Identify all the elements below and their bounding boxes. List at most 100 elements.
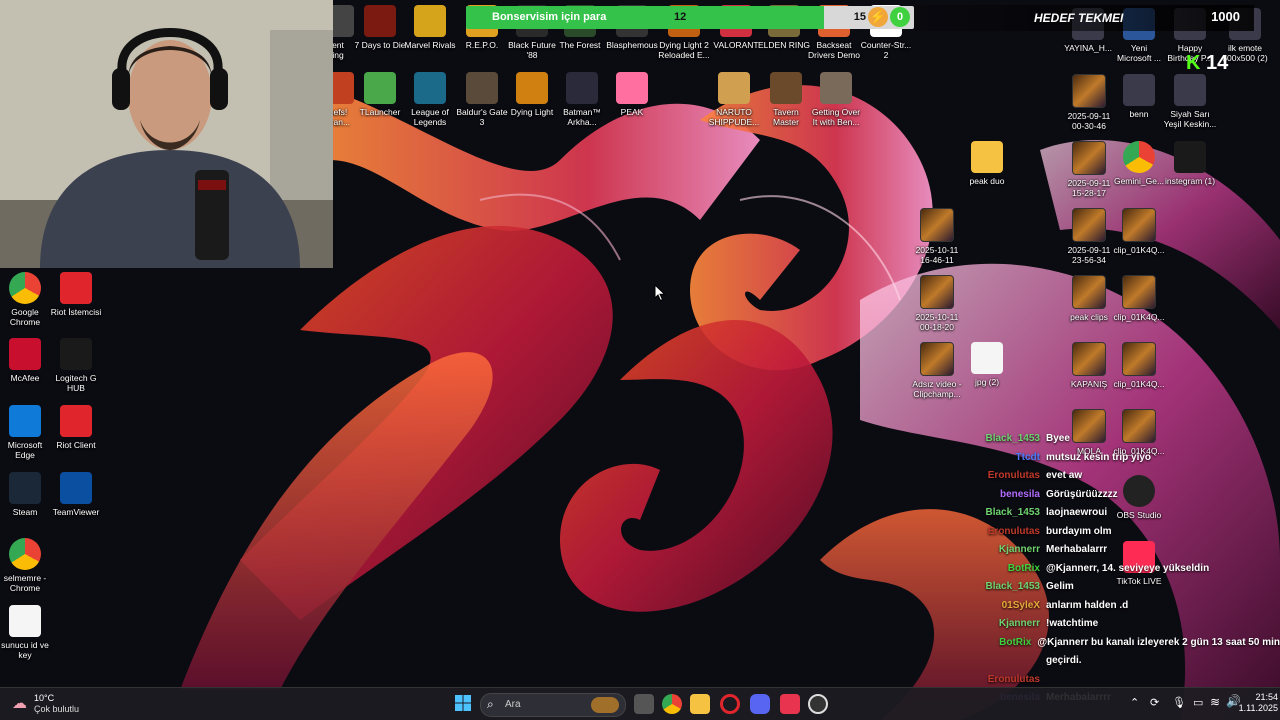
desktop-second-icon-6[interactable]: PEAK [600,72,664,117]
taskbar-clock[interactable]: 21:54 1.11.2025 [1230,692,1278,714]
chat-username: Eronulutas [987,525,1040,537]
chat-username: Eronulutas [987,470,1040,481]
desktop-left-app-icon [60,338,92,370]
task-view-icon[interactable] [634,694,654,714]
desktop-right-icon-label: clip_01K4Q... [1113,245,1165,255]
tray-network-icon[interactable]: ⟳ [1150,696,1159,709]
desktop-left-icon-label: sunucu id ve key [1,640,49,660]
desktop-second-app-icon [820,72,852,104]
weather-temp: 10°C [34,693,55,703]
desktop-left-app-icon [9,405,41,437]
desktop-right-icon-16[interactable]: clip_01K4Q... [1107,275,1171,322]
chat-text: evet aw [1046,470,1083,481]
goal-badge-count: 0 [890,7,910,27]
chat-username: Black_1453 [985,507,1041,518]
desktop-left-icon-3[interactable]: Logitech G HUB [44,338,108,393]
tray-mic-icon[interactable]: 🎙 [1172,696,1186,709]
chat-text: @Kjannerr, 14. seviyeye yükseldin [1046,562,1210,574]
chat-username: Black_1453 [985,581,1041,592]
valorant-icon[interactable] [780,694,800,714]
start-button[interactable] [454,694,472,712]
desktop-right-icon-14[interactable]: 2025-10-11 00-18-20 [905,275,969,332]
chat-text: burdayım olm [1046,525,1112,537]
chat-text: anlarım halden .d [1046,599,1129,611]
desktop-left-icon-7[interactable]: TeamViewer [44,472,108,517]
kick-count: 14 [1206,52,1229,74]
desktop-right-icon-6[interactable]: Siyah Sarı Yeşil Keskin... [1158,74,1222,129]
taskbar-time: 21:54 [1255,692,1278,702]
taskbar-search[interactable]: ⌕ Ara [480,693,626,717]
desktop-left-icon-8[interactable]: selmemre - Chrome [0,538,57,593]
desktop-left-icon-5[interactable]: Riot Client [44,405,108,450]
desktop-second-app-icon [718,72,750,104]
desktop-right-app-icon [1122,275,1156,309]
desktop-second-app-icon [364,72,396,104]
desktop-right-icon-18[interactable]: jpg (2) [955,342,1019,387]
desktop-left-app-icon [9,272,41,304]
desktop-right-icon-label: jpg (2) [974,377,1000,387]
desktop-second-icon-label: PEAK [620,107,644,117]
tray-display-icon[interactable]: ▭ [1193,696,1203,709]
desktop-left-icon-label: TeamViewer [52,507,100,517]
desktop-left-icon-1[interactable]: Riot İstemcisi [44,272,108,317]
desktop-second-icon-9[interactable]: Getting Over It with Ben... [804,72,868,127]
chat-message: geçirdi. [960,652,1280,671]
chat-message: Kjannerr !watchtime [960,615,1280,634]
desktop-left-icon-label: Riot Client [56,440,96,450]
desktop-right-icon-13[interactable]: clip_01K4Q... [1107,208,1171,255]
desktop-right-app-icon [971,342,1003,374]
chat-message: 01SyleX anlarım halden .d [960,597,1280,616]
stream-chat-overlay: Black_1453 Byee Ttcdt mutsuz kesin trip yiy… [960,430,1280,708]
desktop-left-app-icon [9,605,41,637]
desktop-second-icon-label: Getting Over It with Ben... [811,107,861,127]
file-explorer-icon[interactable] [690,694,710,714]
desktop-right-app-icon [1072,208,1106,242]
weather-widget[interactable]: ☁ 10°C Çok bulutlu [10,692,90,716]
desktop-right-icon-label: instegram (1) [1164,176,1216,186]
goal-value: 1000 [1211,9,1240,24]
desktop-right-icon-20[interactable]: clip_01K4Q... [1107,342,1171,389]
donation-goal-target: 15 [853,11,866,23]
windows-logo-icon [455,695,471,711]
desktop-right-app-icon [1072,141,1106,175]
desktop-right-app-icon [1174,74,1206,106]
desktop-second-app-icon [466,72,498,104]
kick-logo-icon: K [1186,52,1201,74]
desktop-right-icon-7[interactable]: peak duo [955,141,1019,186]
desktop-right-app-icon [920,275,954,309]
chat-message: BotRix @Kjannerr bu kanalı izleyerek 2 gü… [960,634,1280,653]
chat-text: !watchtime [1046,618,1099,629]
desktop-right-icon-label: clip_01K4Q... [1113,379,1165,389]
chrome-taskbar-icon[interactable] [662,694,682,714]
search-highlight-icon [591,697,619,713]
desktop-right-icon-10[interactable]: instegram (1) [1158,141,1222,186]
chat-text: Byee [1046,433,1070,444]
desktop-right-app-icon [1072,74,1106,108]
kick-badge: K 14 [1186,52,1228,75]
desktop-left-app-icon [9,538,41,570]
opera-icon[interactable] [720,694,740,714]
chat-message: Eronulutas burdayım olm [960,523,1280,542]
donation-goal-bar: Bonservisim için para 12 15 ⚡ 0 [466,6,914,29]
desktop-right-app-icon [1174,141,1206,173]
goal-strip: HEDEF TEKMEI 1000 [914,5,1254,31]
discord-icon[interactable] [750,694,770,714]
chat-text: mutsuz kesin trip yiyo [1046,451,1152,463]
obs-taskbar-icon[interactable] [808,694,828,714]
desktop-left-icon-label: Riot İstemcisi [50,307,102,317]
lightning-icon: ⚡ [868,7,888,27]
chat-message: Kjannerr Merhabalarrr [960,541,1280,560]
search-placeholder: Ara [505,699,521,710]
desktop-left-icon-label: Logitech G HUB [55,373,97,393]
chat-username: Kjannerr [998,544,1040,555]
tray-wifi-icon[interactable]: ≋ [1210,695,1220,709]
desktop-left-icon-9[interactable]: sunucu id ve key [0,605,57,660]
chat-username: Kjannerr [998,618,1040,629]
desktop-top-app-icon [414,5,446,37]
desktop-right-app-icon [1123,141,1155,173]
desktop-right-icon-11[interactable]: 2025-10-11 16-46-11 [905,208,969,265]
tray-chevron-icon[interactable]: ⌃ [1130,696,1139,709]
desktop-second-app-icon [770,72,802,104]
mouse-cursor-icon [654,284,666,302]
chat-text: @Kjannerr bu kanalı izleyerek 2 gün 13 s… [1037,636,1280,648]
